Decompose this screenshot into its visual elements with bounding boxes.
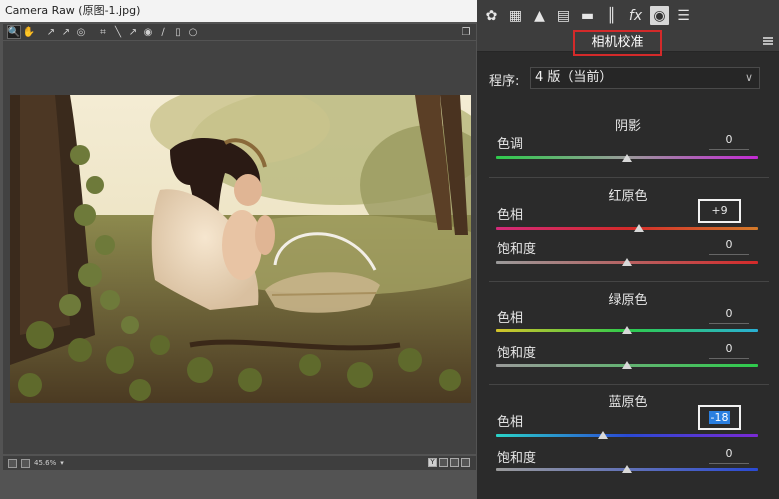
green-hue-label: 色相 (497, 311, 524, 326)
adjustment-panel: ✿ ▦ ▲ ▤ ▬ ║ fx ◉ ☰ 相机校准 程序: 4 版（当前） ∨ 阴影… (477, 0, 779, 499)
presets-tab-icon[interactable]: ☰ (674, 6, 693, 25)
crop-tool-icon[interactable]: ⌗ (96, 25, 110, 39)
before-after-view-icon[interactable]: Y (428, 458, 437, 467)
hand-tool-icon[interactable]: ✋ (22, 25, 36, 39)
toggle-view-icon[interactable] (461, 458, 470, 467)
blue-saturation-thumb[interactable] (622, 465, 632, 473)
panel-title: 相机校准 (573, 30, 662, 56)
swap-settings-icon[interactable] (439, 458, 448, 467)
process-version-row: 程序: 4 版（当前） ∨ (489, 67, 769, 89)
tool-bar: 🔍 ✋ ↗ ↗ ◎ ⌗ ╲ ↗ ◉ ∕ ▯ ○ ❐ (3, 24, 476, 40)
blue-hue-thumb[interactable] (598, 431, 609, 439)
preview-window: Camera Raw (原图-1.jpg) 🔍 ✋ ↗ ↗ ◎ ⌗ ╲ ↗ ◉ … (0, 0, 477, 499)
brush-tool-icon[interactable]: ∕ (156, 25, 170, 39)
zoom-tool-icon[interactable]: 🔍 (7, 25, 21, 39)
shadows-tint-thumb[interactable] (622, 154, 632, 162)
window-title: Camera Raw (原图-1.jpg) (0, 0, 477, 22)
divider (489, 384, 769, 385)
blue-hue-value[interactable]: -18 (698, 405, 741, 430)
split-toning-tab-icon[interactable]: ▬ (578, 6, 597, 25)
shadows-tint-value[interactable]: 0 (705, 131, 753, 150)
red-saturation-thumb[interactable] (622, 258, 632, 266)
green-hue-value[interactable]: 0 (705, 305, 753, 324)
toolbar-separator (89, 25, 95, 39)
detail-tab-icon[interactable]: ▲ (530, 6, 549, 25)
red-hue-thumb[interactable] (633, 224, 644, 232)
zoom-out-button[interactable] (8, 458, 17, 468)
hsl-tab-icon[interactable]: ▤ (554, 6, 573, 25)
toolbar-separator (37, 25, 43, 39)
blue-hue-slider[interactable] (496, 434, 758, 437)
red-eye-tool-icon[interactable]: ◉ (141, 25, 155, 39)
straighten-tool-icon[interactable]: ╲ (111, 25, 125, 39)
green-saturation-value[interactable]: 0 (705, 340, 753, 359)
green-saturation-thumb[interactable] (622, 361, 632, 369)
panel-header: 相机校准 (477, 30, 779, 56)
divider (489, 281, 769, 282)
basic-tab-icon[interactable]: ✿ (482, 6, 501, 25)
panel-tabs: ✿ ▦ ▲ ▤ ▬ ║ fx ◉ ☰ (477, 0, 779, 31)
blue-hue-label: 色相 (497, 415, 524, 430)
chevron-down-icon: ∨ (744, 71, 753, 84)
photo-image (10, 95, 471, 403)
spot-removal-tool-icon[interactable]: ↗ (126, 25, 140, 39)
blue-saturation-value[interactable]: 0 (705, 445, 753, 464)
color-sampler-tool-icon[interactable]: ↗ (59, 25, 73, 39)
window-footer (0, 470, 477, 499)
graduated-filter-icon[interactable]: ▯ (171, 25, 185, 39)
divider (489, 177, 769, 178)
process-version-value: 4 版（当前） (535, 70, 613, 85)
red-saturation-label: 饱和度 (497, 242, 537, 257)
fullscreen-toggle-icon[interactable]: ❐ (459, 25, 473, 39)
tone-curve-tab-icon[interactable]: ▦ (506, 6, 525, 25)
lens-corrections-tab-icon[interactable]: ║ (602, 6, 621, 25)
status-bar: 45.6% ▾ Y (3, 456, 476, 470)
radial-filter-icon[interactable]: ○ (186, 25, 200, 39)
zoom-level[interactable]: 45.6% (34, 459, 56, 467)
panel-menu-icon[interactable] (763, 37, 773, 45)
green-hue-thumb[interactable] (622, 326, 632, 334)
process-label: 程序: (489, 74, 520, 89)
red-hue-label: 色相 (497, 208, 524, 223)
preview-photo (10, 95, 471, 403)
camera-calibration-tab-icon[interactable]: ◉ (650, 6, 669, 25)
zoom-in-button[interactable] (21, 458, 30, 468)
red-hue-value[interactable]: +9 (698, 199, 741, 223)
process-version-select[interactable]: 4 版（当前） ∨ (530, 67, 760, 89)
red-hue-slider[interactable] (496, 227, 758, 230)
green-saturation-label: 饱和度 (497, 346, 537, 361)
blue-saturation-label: 饱和度 (497, 451, 537, 466)
white-balance-tool-icon[interactable]: ↗ (44, 25, 58, 39)
zoom-dropdown-icon[interactable]: ▾ (60, 459, 64, 467)
view-toggles: Y (428, 458, 470, 467)
targeted-adjustment-tool-icon[interactable]: ◎ (74, 25, 88, 39)
effects-tab-icon[interactable]: fx (626, 6, 645, 25)
copy-settings-icon[interactable] (450, 458, 459, 467)
shadows-tint-label: 色调 (497, 137, 524, 152)
red-saturation-value[interactable]: 0 (705, 236, 753, 255)
